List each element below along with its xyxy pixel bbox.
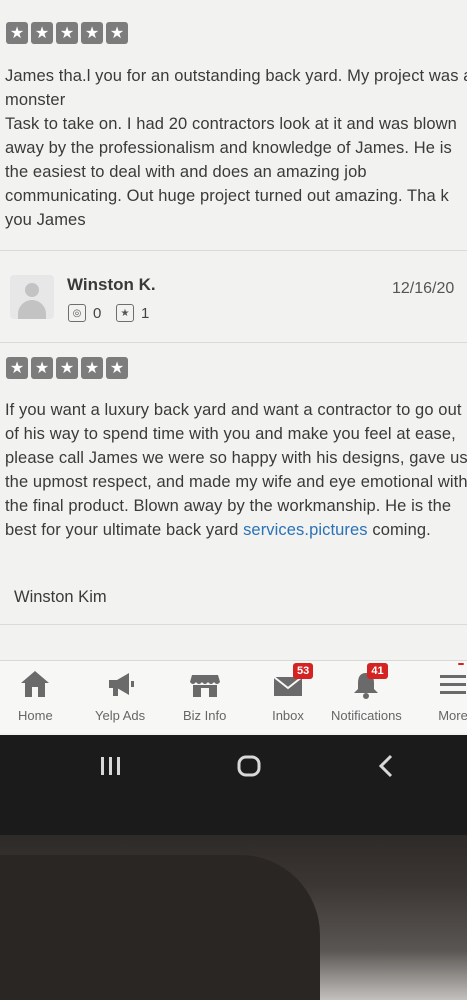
bottom-tab-bar: Home Yelp Ads Biz Info 53 Inbox 41 Notif… [0, 660, 467, 733]
bell-icon: 41 [349, 663, 388, 701]
photo-count-value: 0 [93, 304, 102, 322]
star-icon: ★ [6, 357, 28, 379]
review-date: 12/16/20 [392, 280, 455, 297]
photo-count: ◎ 0 [68, 304, 101, 322]
review-2-text-end: coming. [367, 521, 431, 539]
avatar[interactable] [10, 275, 54, 319]
home-circle-icon [237, 755, 261, 777]
reviewer-name[interactable]: Winston K. [67, 275, 156, 295]
review-2-stars: ★ ★ ★ ★ ★ [6, 357, 128, 379]
star-icon: ★ [81, 357, 103, 379]
tab-biz-info-label: Biz Info [183, 708, 227, 723]
review-signature: Winston Kim [14, 588, 107, 606]
star-icon: ★ [81, 22, 103, 44]
megaphone-icon [103, 667, 137, 701]
review-1-text: James tha.l you for an outstanding back … [5, 67, 467, 229]
review-count-value: 1 [141, 304, 150, 322]
review-1-stars: ★ ★ ★ ★ ★ [6, 22, 128, 44]
photo-icon: ◎ [68, 304, 86, 322]
back-chevron-icon [378, 754, 393, 778]
more-badge [458, 663, 464, 665]
inbox-badge: 53 [293, 663, 314, 679]
tab-notifications[interactable]: 41 Notifications [331, 663, 402, 723]
menu-icon [436, 663, 467, 701]
star-icon: ★ [106, 357, 128, 379]
star-icon: ★ [106, 22, 128, 44]
review-divider [0, 624, 467, 625]
system-nav-bar [0, 735, 467, 835]
tab-yelp-ads[interactable]: Yelp Ads [95, 667, 145, 723]
tab-biz-info[interactable]: Biz Info [183, 667, 226, 723]
tab-more[interactable]: More [436, 663, 467, 723]
notifications-badge: 41 [367, 663, 388, 679]
envelope-icon: 53 [271, 663, 314, 701]
storefront-icon [188, 667, 222, 701]
review-divider [0, 250, 467, 251]
review-2-text-body: If you want a luxury back yard and want … [5, 401, 467, 539]
home-icon [18, 667, 52, 701]
star-box-icon: ★ [116, 304, 134, 322]
services-pictures-link[interactable]: services.pictures [243, 521, 368, 539]
home-system-button[interactable] [236, 754, 262, 783]
back-button[interactable] [376, 753, 396, 784]
tab-home[interactable]: Home [18, 667, 53, 723]
star-icon: ★ [6, 22, 28, 44]
review-count: ★ 1 [116, 304, 149, 322]
tab-inbox[interactable]: 53 Inbox [271, 663, 314, 723]
star-icon: ★ [56, 22, 78, 44]
tab-inbox-label: Inbox [272, 708, 304, 723]
review-2-text: If you want a luxury back yard and want … [5, 398, 467, 542]
tab-home-label: Home [18, 708, 53, 723]
star-icon: ★ [31, 357, 53, 379]
app-screen: ★ ★ ★ ★ ★ James tha.l you for an outstan… [0, 0, 467, 735]
background-surface [0, 835, 467, 1000]
star-icon: ★ [31, 22, 53, 44]
star-icon: ★ [56, 357, 78, 379]
recent-apps-button[interactable] [99, 755, 123, 782]
tab-more-label: More [438, 708, 467, 723]
tab-notifications-label: Notifications [331, 708, 402, 723]
tab-yelp-ads-label: Yelp Ads [95, 708, 146, 723]
recent-apps-icon [101, 757, 120, 775]
header-divider [0, 342, 467, 343]
